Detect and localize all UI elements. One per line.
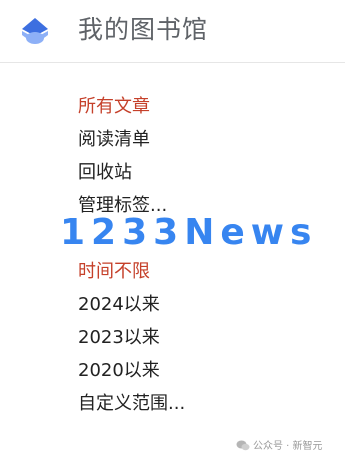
page-title: 我的图书馆: [78, 15, 209, 44]
app-header: 我的图书馆: [0, 0, 345, 63]
menu-item-trash[interactable]: 回收站: [78, 156, 318, 189]
menu-item-since-2024[interactable]: 2024以来: [78, 288, 318, 321]
menu-item-reading-list[interactable]: 阅读清单: [78, 123, 318, 156]
menu-section-time-range: 时间不限 2024以来 2023以来 2020以来 自定义范围...: [78, 255, 318, 420]
menu-section-articles: 所有文章 阅读清单 回收站 管理标签...: [78, 90, 318, 222]
wechat-icon: [236, 440, 250, 451]
menu-heading-all-articles[interactable]: 所有文章: [78, 90, 318, 123]
menu-item-since-2023[interactable]: 2023以来: [78, 321, 318, 354]
menu-item-since-2020[interactable]: 2020以来: [78, 354, 318, 387]
library-menu-page: 我的图书馆 所有文章 阅读清单 回收站 管理标签... 时间不限 2024以来 …: [0, 0, 345, 463]
menu-item-custom-range[interactable]: 自定义范围...: [78, 387, 318, 420]
menu-heading-any-time[interactable]: 时间不限: [78, 255, 318, 288]
footer-text: 公众号 · 新智元: [253, 441, 323, 452]
library-logo-icon[interactable]: [20, 16, 50, 46]
source-footer: 公众号 · 新智元: [236, 440, 323, 454]
watermark-overlay: 1233News: [60, 212, 318, 253]
